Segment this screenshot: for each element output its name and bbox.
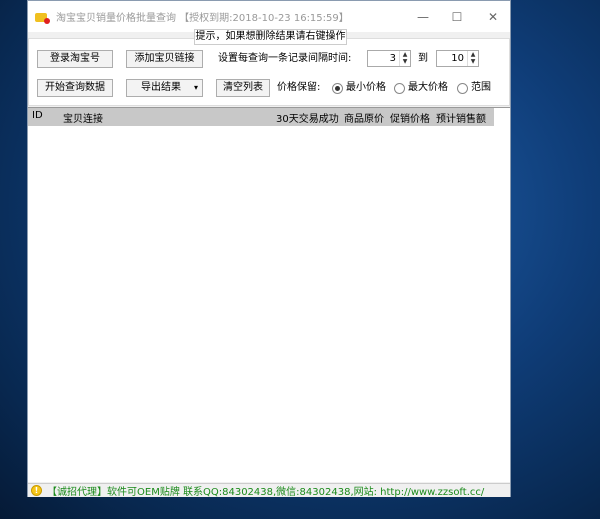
export-dropdown[interactable]: 导出结果 ▾ — [126, 79, 203, 97]
radio-label: 最小价格 — [346, 82, 386, 93]
interval-from-value: 3 — [389, 53, 396, 64]
column-id[interactable]: ID — [32, 110, 43, 121]
radio-label: 最大价格 — [408, 82, 448, 93]
status-bar: ! 【诚招代理】软件可OEM贴牌 联系QQ:84302438,微信:843024… — [28, 483, 510, 498]
price-keep-label: 价格保留: — [277, 82, 321, 93]
radio-unchecked-icon — [394, 82, 405, 94]
minimize-button[interactable]: — — [406, 1, 440, 32]
table-header: ID 宝贝连接 30天交易成功 商品原价 促销价格 预计销售额 — [28, 108, 494, 126]
radio-label: 范围 — [471, 82, 491, 93]
radio-min-price[interactable]: 最小价格 — [332, 81, 386, 95]
column-est-revenue[interactable]: 预计销售额 — [436, 110, 486, 125]
spinner-arrows-icon[interactable]: ▲ ▼ — [467, 51, 478, 66]
login-button[interactable]: 登录淘宝号 — [37, 50, 113, 68]
add-link-button[interactable]: 添加宝贝链接 — [126, 50, 203, 68]
interval-to-value: 10 — [451, 53, 464, 64]
interval-from-spinner[interactable]: 3 ▲ ▼ — [367, 50, 411, 67]
export-label: 导出结果 — [141, 82, 181, 93]
column-promo-price[interactable]: 促销价格 — [390, 110, 430, 125]
status-text: 【诚招代理】软件可OEM贴牌 联系QQ:84302438,微信:84302438… — [47, 487, 485, 498]
radio-unchecked-icon — [457, 82, 468, 94]
start-query-button[interactable]: 开始查询数据 — [37, 79, 113, 97]
radio-checked-icon — [332, 82, 343, 94]
to-label: 到 — [418, 53, 428, 64]
column-original-price[interactable]: 商品原价 — [344, 110, 384, 125]
clear-list-button[interactable]: 清空列表 — [216, 79, 270, 97]
results-table[interactable]: ID 宝贝连接 30天交易成功 商品原价 促销价格 预计销售额 — [28, 107, 510, 482]
column-30day-sales[interactable]: 30天交易成功 — [276, 110, 339, 125]
control-panel: 登录淘宝号 添加宝贝链接 设置每查询一条记录间隔时间: 3 ▲ ▼ 到 10 ▲ ▼ 开… — [28, 38, 510, 106]
window-title: 淘宝宝贝销量价格批量查询 【授权到期:2018-10-23 16:15:59】 — [56, 13, 349, 24]
app-window: 淘宝宝贝销量价格批量查询 【授权到期:2018-10-23 16:15:59】 … — [27, 0, 511, 498]
radio-max-price[interactable]: 最大价格 — [394, 81, 448, 95]
spinner-arrows-icon[interactable]: ▲ ▼ — [399, 51, 410, 66]
maximize-button[interactable]: ☐ — [440, 1, 474, 32]
radio-range[interactable]: 范围 — [457, 81, 491, 95]
chevron-down-icon: ▾ — [193, 83, 198, 92]
title-bar[interactable]: 淘宝宝贝销量价格批量查询 【授权到期:2018-10-23 16:15:59】 … — [28, 1, 510, 32]
tip-label: 提示，如果想删除结果请右键操作 — [194, 29, 347, 45]
column-link[interactable]: 宝贝连接 — [63, 110, 103, 125]
warning-icon: ! — [31, 485, 42, 496]
interval-label: 设置每查询一条记录间隔时间: — [218, 53, 352, 64]
close-button[interactable]: ✕ — [476, 1, 510, 32]
app-icon — [34, 10, 50, 24]
interval-to-spinner[interactable]: 10 ▲ ▼ — [436, 50, 479, 67]
